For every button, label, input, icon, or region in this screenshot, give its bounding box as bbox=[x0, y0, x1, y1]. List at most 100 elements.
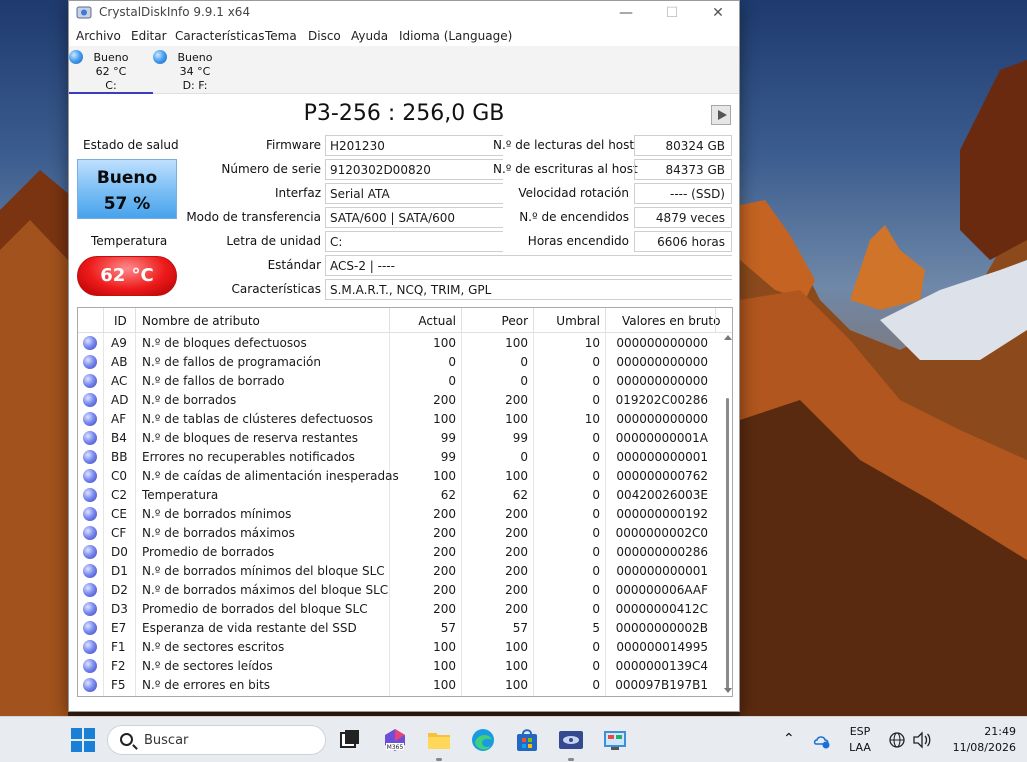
attribute-current: 100 bbox=[433, 336, 456, 350]
running-indicator bbox=[568, 758, 574, 761]
table-row[interactable]: F5 N.º de errores en bits 100 100 0 000097B19… bbox=[78, 676, 718, 695]
disk-tab-d[interactable]: Bueno 34 °C D: F: bbox=[153, 48, 237, 94]
disk-tab-c[interactable]: Bueno 62 °C C: bbox=[69, 48, 153, 94]
minimize-button[interactable]: — bbox=[603, 1, 649, 25]
attribute-raw-value: 00000000412C bbox=[615, 602, 708, 616]
attribute-name: N.º de sectores escritos bbox=[142, 640, 285, 654]
attribute-current: 100 bbox=[433, 659, 456, 673]
temperature-label: Temperatura bbox=[91, 234, 168, 248]
table-row[interactable]: BB Errores no recuperables notificados 99 0… bbox=[78, 448, 718, 467]
attribute-current: 200 bbox=[433, 602, 456, 616]
attribute-threshold: 0 bbox=[592, 507, 600, 521]
attribute-name: N.º de errores en bits bbox=[142, 678, 271, 692]
table-row[interactable]: AF N.º de tablas de clústeres defectuosos… bbox=[78, 410, 718, 429]
volume-icon[interactable] bbox=[912, 731, 932, 749]
control-panel-icon[interactable] bbox=[602, 727, 628, 753]
attribute-status-icon bbox=[83, 412, 97, 426]
next-disk-button[interactable] bbox=[711, 105, 731, 125]
store-icon[interactable] bbox=[514, 727, 540, 753]
maximize-button[interactable]: ☐ bbox=[649, 1, 695, 25]
table-row[interactable]: D1 N.º de borrados mínimos del bloque SLC… bbox=[78, 562, 718, 581]
attribute-raw-value: 00000000002B bbox=[615, 621, 708, 635]
attribute-current: 200 bbox=[433, 507, 456, 521]
drive-model-title: P3-256 : 256,0 GB bbox=[303, 101, 505, 126]
menu-idioma[interactable]: Idioma (Language) bbox=[399, 29, 512, 43]
attribute-threshold: 0 bbox=[592, 545, 600, 559]
attribute-current: 100 bbox=[433, 640, 456, 654]
show-hidden-icons-chevron-icon[interactable]: ⌃ bbox=[783, 731, 795, 747]
power-on-count-value: 4879 veces bbox=[634, 207, 732, 228]
menu-tema[interactable]: Tema bbox=[265, 29, 297, 43]
clock-date[interactable]: 11/08/2026 bbox=[936, 741, 1016, 754]
close-button[interactable]: ✕ bbox=[695, 1, 741, 25]
col-current-header[interactable]: Actual bbox=[390, 314, 456, 328]
table-row[interactable]: E7 Esperanza de vida restante del SSD 57 57… bbox=[78, 619, 718, 638]
table-row[interactable]: A9 N.º de bloques defectuosos 100 100 10 0000… bbox=[78, 334, 718, 353]
col-raw-header[interactable]: Valores en bruto bbox=[622, 314, 720, 328]
task-view-icon[interactable] bbox=[337, 727, 363, 753]
host-reads-value: 80324 GB bbox=[634, 135, 732, 156]
input-language-bottom[interactable]: LAA bbox=[845, 741, 875, 754]
edge-icon[interactable] bbox=[470, 727, 496, 753]
attribute-status-icon bbox=[83, 393, 97, 407]
attribute-threshold: 0 bbox=[592, 583, 600, 597]
scrollbar-thumb[interactable] bbox=[726, 398, 729, 690]
smart-attributes-table[interactable]: ID Nombre de atributo Actual Peor Umbral… bbox=[77, 307, 733, 697]
vertical-scrollbar[interactable] bbox=[723, 333, 732, 696]
menu-ayuda[interactable]: Ayuda bbox=[351, 29, 388, 43]
scroll-up-arrow-icon[interactable] bbox=[724, 335, 732, 340]
table-row[interactable]: AD N.º de borrados 200 200 0 019202C00286 bbox=[78, 391, 718, 410]
table-row[interactable]: CF N.º de borrados máximos 200 200 0 00000000… bbox=[78, 524, 718, 543]
table-row[interactable]: CE N.º de borrados mínimos 200 200 0 00000000… bbox=[78, 505, 718, 524]
health-status-badge[interactable]: Bueno 57 % bbox=[77, 159, 177, 219]
clock-time[interactable]: 21:49 bbox=[944, 725, 1016, 738]
attribute-worst: 100 bbox=[505, 336, 528, 350]
input-language-top[interactable]: ESP bbox=[845, 725, 875, 738]
menu-disco[interactable]: Disco bbox=[308, 29, 341, 43]
attribute-name: N.º de fallos de programación bbox=[142, 355, 321, 369]
col-name-header[interactable]: Nombre de atributo bbox=[142, 314, 260, 328]
attribute-raw-value: 000000000000 bbox=[616, 374, 708, 388]
table-row[interactable]: F2 N.º de sectores leídos 100 100 0 000000013… bbox=[78, 657, 718, 676]
table-row[interactable]: B4 N.º de bloques de reserva restantes 99 9… bbox=[78, 429, 718, 448]
temperature-badge[interactable]: 62 °C bbox=[77, 256, 177, 296]
menu-caracteristicas[interactable]: Características bbox=[175, 29, 264, 43]
taskbar-search-box[interactable]: Buscar bbox=[107, 725, 326, 755]
menu-editar[interactable]: Editar bbox=[131, 29, 167, 43]
m365-icon[interactable]: M365 bbox=[382, 727, 408, 753]
attribute-worst: 100 bbox=[505, 469, 528, 483]
start-icon[interactable] bbox=[70, 727, 96, 753]
attribute-raw-value: 019202C00286 bbox=[615, 393, 708, 407]
table-row[interactable]: C0 N.º de caídas de alimentación inespera… bbox=[78, 467, 718, 486]
attribute-raw-value: 000000006AAF bbox=[615, 583, 708, 597]
table-row[interactable]: AC N.º de fallos de borrado 0 0 0 00000000000… bbox=[78, 372, 718, 391]
title-bar[interactable]: CrystalDiskInfo 9.9.1 x64 — ☐ ✕ bbox=[69, 1, 739, 25]
attribute-threshold: 0 bbox=[592, 374, 600, 388]
table-row[interactable]: D0 Promedio de borrados 200 200 0 00000000028… bbox=[78, 543, 718, 562]
attribute-status-icon bbox=[83, 545, 97, 559]
attribute-name: N.º de borrados mínimos bbox=[142, 507, 292, 521]
network-globe-icon[interactable] bbox=[888, 731, 906, 749]
search-icon bbox=[120, 733, 133, 746]
rotation-speed-value: ---- (SSD) bbox=[634, 183, 732, 204]
crystaldiskinfo-icon[interactable] bbox=[558, 727, 584, 753]
attribute-status-icon bbox=[83, 659, 97, 673]
table-row[interactable]: D2 N.º de borrados máximos del bloque SLC… bbox=[78, 581, 718, 600]
scroll-down-arrow-icon[interactable] bbox=[724, 688, 732, 693]
table-row[interactable]: D3 Promedio de borrados del bloque SLC 200… bbox=[78, 600, 718, 619]
col-worst-header[interactable]: Peor bbox=[464, 314, 528, 328]
menu-archivo[interactable]: Archivo bbox=[76, 29, 121, 43]
col-threshold-header[interactable]: Umbral bbox=[536, 314, 600, 328]
file-explorer-icon[interactable] bbox=[426, 727, 452, 753]
attribute-status-icon bbox=[83, 526, 97, 540]
attribute-status-icon bbox=[83, 355, 97, 369]
table-row[interactable]: C2 Temperatura 62 62 0 00420026003E bbox=[78, 486, 718, 505]
attribute-worst: 100 bbox=[505, 412, 528, 426]
attribute-id: D1 bbox=[111, 564, 128, 578]
attribute-id: D3 bbox=[111, 602, 128, 616]
table-row[interactable]: F1 N.º de sectores escritos 100 100 0 0000000… bbox=[78, 638, 718, 657]
col-id-header[interactable]: ID bbox=[114, 314, 127, 328]
attribute-id: F2 bbox=[111, 659, 126, 673]
onedrive-sync-icon[interactable] bbox=[812, 731, 832, 751]
table-row[interactable]: AB N.º de fallos de programación 0 0 0 000000… bbox=[78, 353, 718, 372]
